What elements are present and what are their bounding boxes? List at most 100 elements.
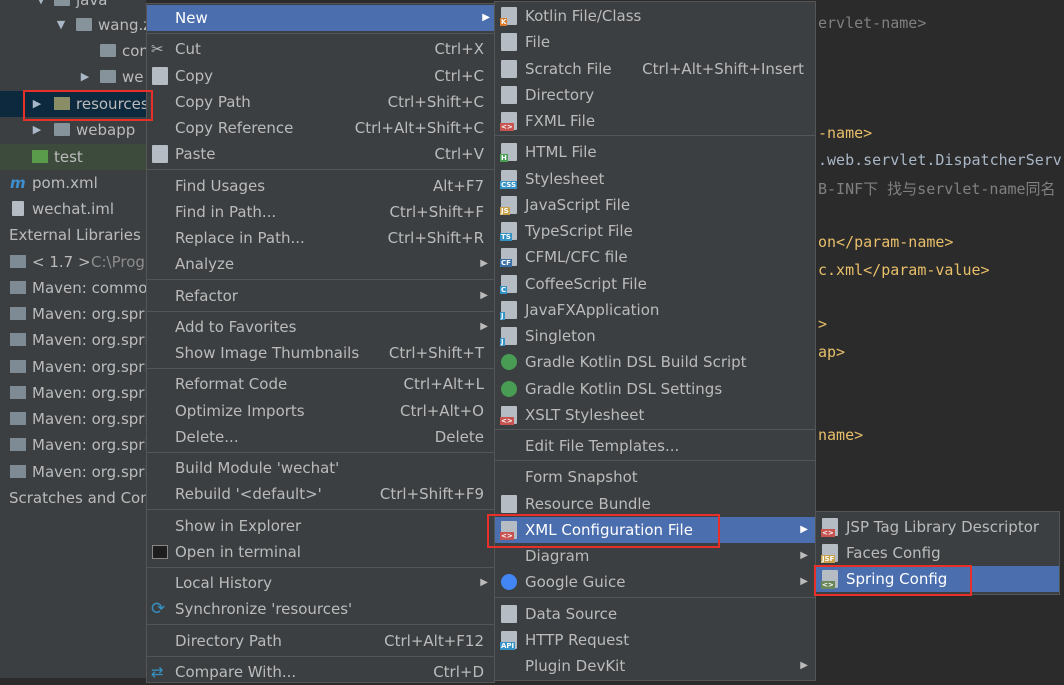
scratch-file-icon [501, 60, 517, 78]
tree-item-iml[interactable]: wechat.iml [0, 196, 146, 222]
context-menu: New ▶ ✂ Cut Ctrl+X Copy Ctrl+C Copy Path… [146, 3, 495, 683]
menu-item-paste[interactable]: Paste Ctrl+V [147, 141, 494, 167]
tree-item-maven[interactable]: Maven: org.spri [0, 380, 146, 406]
tree-item-maven[interactable]: Maven: org.spri [0, 354, 146, 380]
tree-item-maven[interactable]: Maven: org.spri [0, 327, 146, 353]
menu-item-file[interactable]: File [495, 29, 815, 55]
code-line: B-INF下 找与servlet-name同名 [818, 180, 1056, 198]
tree-item-package[interactable]: ▼ wang.z [0, 12, 146, 38]
menu-item-scratch-file[interactable]: Scratch File Ctrl+Alt+Shift+Insert [495, 56, 815, 82]
menu-item-html-file[interactable]: H HTML File [495, 139, 815, 165]
menu-item-xslt-stylesheet[interactable]: <> XSLT Stylesheet [495, 402, 815, 428]
menu-item-kotlin-file-class[interactable]: K Kotlin File/Class [495, 3, 815, 29]
icon-badge: JS [500, 207, 510, 215]
tree-item-maven[interactable]: Maven: org.spri [0, 432, 146, 458]
menu-item-plugin-devkit[interactable]: Plugin DevKit ▶ [495, 653, 815, 679]
tree-item-pom[interactable]: m pom.xml [0, 170, 146, 196]
menu-item-javascript-file[interactable]: JS JavaScript File [495, 192, 815, 218]
menu-item-label: Plugin DevKit [525, 657, 626, 675]
menu-item-show-in-explorer[interactable]: Show in Explorer [147, 513, 494, 539]
menu-item-find-in-path[interactable]: Find in Path... Ctrl+Shift+F [147, 199, 494, 225]
menu-item-replace-in-path[interactable]: Replace in Path... Ctrl+Shift+R [147, 225, 494, 251]
menu-item-analyze[interactable]: Analyze ▶ [147, 251, 494, 277]
menu-item-label: Gradle Kotlin DSL Settings [525, 380, 723, 398]
menu-item-local-history[interactable]: Local History ▶ [147, 570, 494, 596]
menu-item-data-source[interactable]: Data Source [495, 601, 815, 627]
menu-item-typescript-file[interactable]: TS TypeScript File [495, 218, 815, 244]
icon-badge: JSF [821, 555, 836, 563]
tree-item-maven[interactable]: Maven: commo [0, 275, 146, 301]
menu-item-delete[interactable]: Delete... Delete [147, 424, 494, 450]
tree-item-webapp[interactable]: ▶ webapp [0, 117, 146, 143]
menu-item-form-snapshot[interactable]: Form Snapshot [495, 464, 815, 490]
tree-item-maven[interactable]: Maven: org.spri [0, 301, 146, 327]
menu-item-rebuild[interactable]: Rebuild '<default>' Ctrl+Shift+F9 [147, 481, 494, 507]
menu-item-reformat-code[interactable]: Reformat Code Ctrl+Alt+L [147, 371, 494, 397]
resource-bundle-icon [501, 495, 517, 513]
icon-badge: <> [500, 417, 514, 425]
menu-item-copy-path[interactable]: Copy Path Ctrl+Shift+C [147, 89, 494, 115]
menu-item-javafx-application[interactable]: J JavaFXApplication [495, 297, 815, 323]
tree-item-scratches[interactable]: Scratches and Con [0, 485, 146, 511]
code-line: c.xml</param-value> [818, 261, 990, 279]
icon-badge: API [500, 642, 516, 650]
chevron-right-icon[interactable]: ▶ [32, 117, 42, 143]
menu-item-diagram[interactable]: Diagram ▶ [495, 543, 815, 569]
menu-item-show-image-thumbnails[interactable]: Show Image Thumbnails Ctrl+Shift+T [147, 340, 494, 366]
menu-item-synchronize[interactable]: ⟳ Synchronize 'resources' [147, 596, 494, 622]
menu-item-label: Directory [525, 86, 595, 104]
menu-item-gradle-kotlin-settings[interactable]: Gradle Kotlin DSL Settings [495, 376, 815, 402]
tree-item-jdk[interactable]: < 1.7 > C:\Prog [0, 249, 146, 275]
menu-item-open-in-terminal[interactable]: Open in terminal [147, 539, 494, 565]
menu-item-faces-config[interactable]: JSF Faces Config [816, 540, 1059, 566]
tree-item-maven[interactable]: Maven: org.spri [0, 459, 146, 485]
menu-item-refactor[interactable]: Refactor ▶ [147, 283, 494, 309]
file-icon [501, 33, 517, 51]
menu-item-google-guice[interactable]: Google Guice ▶ [495, 569, 815, 595]
menu-item-cut[interactable]: ✂ Cut Ctrl+X [147, 36, 494, 62]
menu-separator [147, 509, 494, 510]
chevron-right-icon[interactable]: ▶ [80, 64, 90, 90]
menu-item-gradle-kotlin-build-script[interactable]: Gradle Kotlin DSL Build Script [495, 349, 815, 375]
menu-item-compare-with[interactable]: ⇄ Compare With... Ctrl+D [147, 659, 494, 685]
tree-item-maven[interactable]: Maven: org.spri [0, 406, 146, 432]
menu-item-copy-reference[interactable]: Copy Reference Ctrl+Alt+Shift+C [147, 115, 494, 141]
maven-icon: m [10, 174, 26, 192]
menu-item-build-module[interactable]: Build Module 'wechat' [147, 455, 494, 481]
menu-item-edit-file-templates[interactable]: Edit File Templates... [495, 433, 815, 459]
menu-item-fxml-file[interactable]: <> FXML File [495, 108, 815, 134]
submenu-arrow-icon: ▶ [800, 524, 808, 535]
library-icon [10, 465, 26, 478]
tree-item-resources[interactable]: ▶ resources [0, 91, 146, 117]
menu-item-label: Stylesheet [525, 170, 605, 188]
menu-item-cfml-cfc-file[interactable]: CF CFML/CFC file [495, 244, 815, 270]
menu-item-add-to-favorites[interactable]: Add to Favorites ▶ [147, 314, 494, 340]
menu-item-optimize-imports[interactable]: Optimize Imports Ctrl+Alt+O [147, 398, 494, 424]
menu-item-jsp-tag-library-descriptor[interactable]: <> JSP Tag Library Descriptor [816, 514, 1059, 540]
menu-item-directory-path[interactable]: Directory Path Ctrl+Alt+F12 [147, 628, 494, 654]
menu-item-singleton[interactable]: J Singleton [495, 323, 815, 349]
folder-icon [54, 123, 70, 136]
menu-item-new[interactable]: New ▶ [147, 5, 494, 31]
tree-item-external-libraries[interactable]: External Libraries [0, 222, 146, 248]
menu-item-stylesheet[interactable]: CSS Stylesheet [495, 166, 815, 192]
menu-item-find-usages[interactable]: Find Usages Alt+F7 [147, 173, 494, 199]
chevron-right-icon[interactable]: ▶ [32, 91, 42, 117]
menu-item-directory[interactable]: Directory [495, 82, 815, 108]
tree-item-we[interactable]: ▶ we [0, 64, 146, 90]
tree-item-con[interactable]: con [0, 38, 146, 64]
chevron-down-icon[interactable]: ▼ [56, 12, 66, 38]
menu-item-xml-configuration-file[interactable]: <> XML Configuration File ▶ [495, 517, 815, 543]
tree-item-test[interactable]: test [0, 144, 146, 170]
icon-badge: K [500, 18, 508, 26]
menu-item-http-request[interactable]: API HTTP Request [495, 627, 815, 653]
menu-item-spring-config[interactable]: <> Spring Config [816, 566, 1059, 592]
library-icon [10, 412, 26, 425]
menu-item-resource-bundle[interactable]: Resource Bundle [495, 491, 815, 517]
menu-separator [147, 624, 494, 625]
menu-item-coffeescript-file[interactable]: C CoffeeScript File [495, 271, 815, 297]
submenu-arrow-icon: ▶ [480, 577, 488, 588]
menu-item-copy[interactable]: Copy Ctrl+C [147, 63, 494, 89]
menu-item-label: Faces Config [846, 544, 941, 562]
icon-badge: TS [500, 233, 512, 241]
